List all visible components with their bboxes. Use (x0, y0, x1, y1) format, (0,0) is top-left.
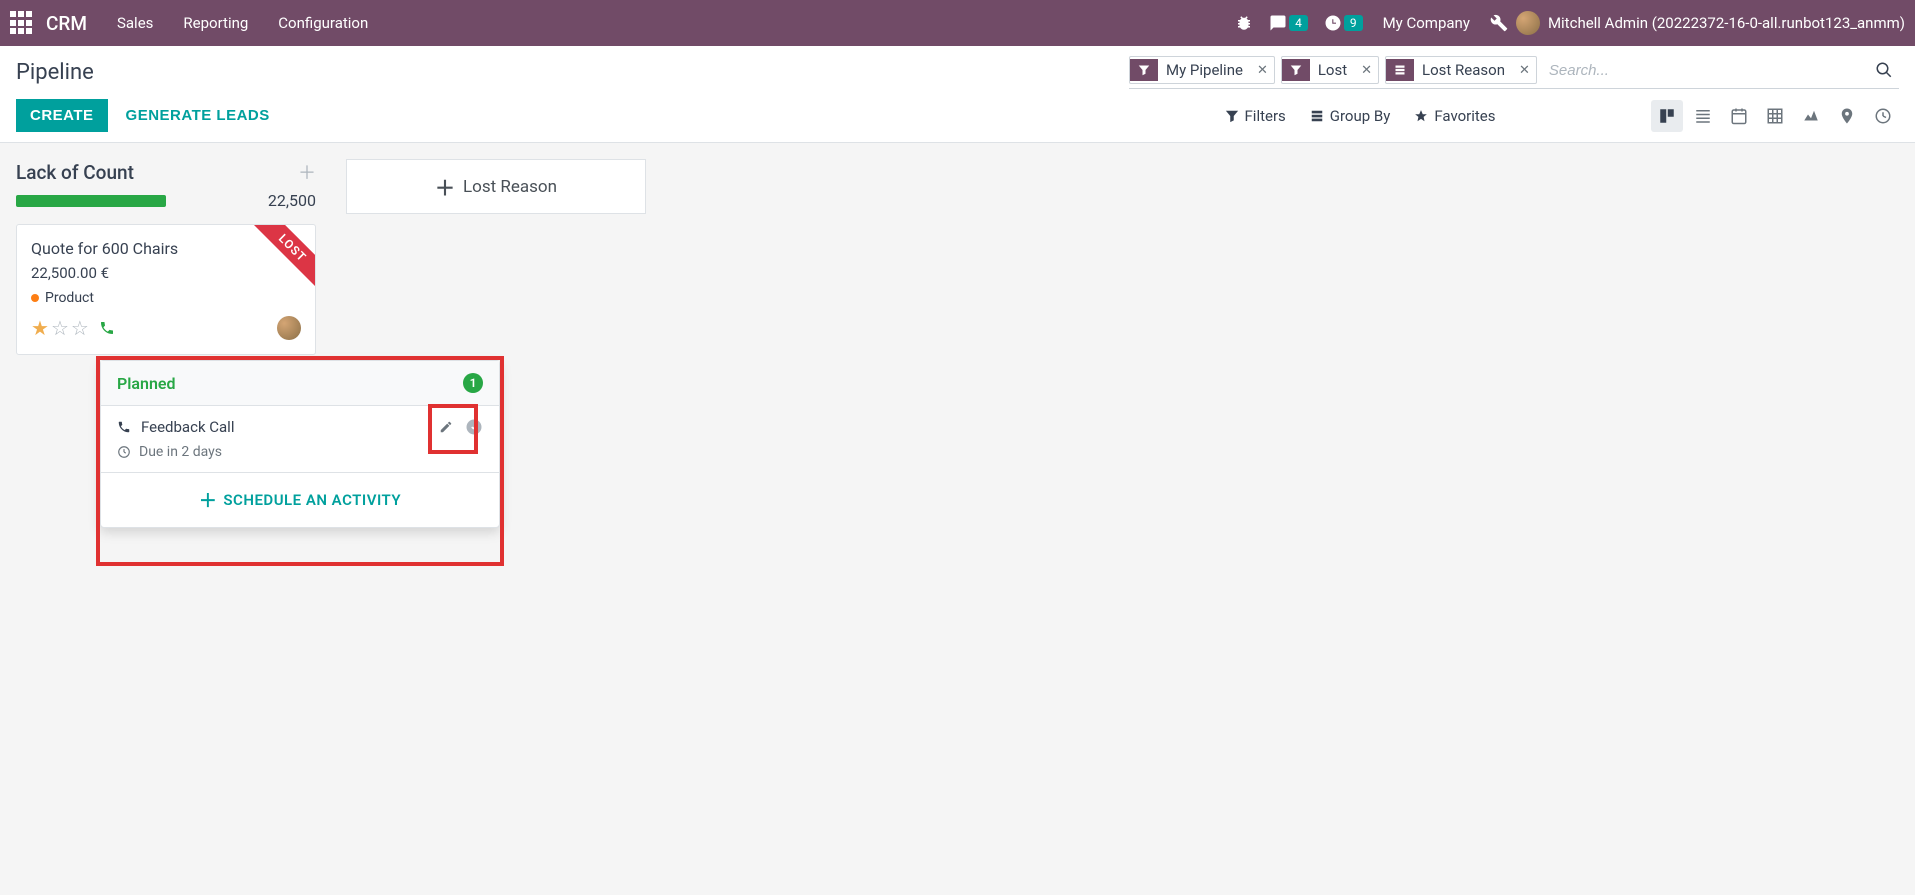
generate-leads-button[interactable]: GENERATE LEADS (112, 99, 284, 132)
bug-icon[interactable] (1235, 14, 1253, 32)
tools-icon[interactable] (1490, 14, 1508, 32)
kanban-column: Lack of Count ＋ 22,500 LOST Quote for 60… (16, 159, 316, 355)
user-menu[interactable]: Mitchell Admin (20222372-16-0-all.runbot… (1516, 11, 1905, 35)
nav-sales[interactable]: Sales (117, 14, 153, 32)
calendar-view-icon[interactable] (1723, 100, 1755, 132)
activities-badge: 9 (1344, 15, 1363, 31)
plus-icon: ＋ (199, 487, 218, 513)
activity-status: Planned (117, 374, 176, 393)
kanban-card[interactable]: LOST Quote for 600 Chairs 22,500.00 € Pr… (16, 224, 316, 355)
add-column-button[interactable]: ＋ Lost Reason (346, 159, 646, 214)
facet-remove-icon[interactable]: ✕ (1355, 63, 1378, 78)
card-title: Quote for 600 Chairs (31, 239, 301, 258)
star-icon[interactable]: ☆ (71, 316, 89, 340)
user-name: Mitchell Admin (20222372-16-0-all.runbot… (1548, 14, 1905, 32)
create-button[interactable]: CREATE (16, 99, 108, 132)
nav-reporting[interactable]: Reporting (183, 14, 248, 32)
apps-icon[interactable] (10, 11, 34, 35)
graph-view-icon[interactable] (1795, 100, 1827, 132)
search-box: My Pipeline ✕ Lost ✕ Lost Reason ✕ (1129, 56, 1899, 89)
kanban-view-icon[interactable] (1651, 100, 1683, 132)
activity-due-label: Due in 2 days (139, 444, 222, 460)
filter-icon (1130, 59, 1158, 81)
facet-lost-reason[interactable]: Lost Reason ✕ (1385, 56, 1537, 84)
column-progress-bar[interactable] (16, 195, 166, 207)
map-view-icon[interactable] (1831, 100, 1863, 132)
tag-color-dot (31, 294, 39, 302)
priority-stars[interactable]: ★ ☆ ☆ (31, 316, 115, 340)
filter-icon (1282, 59, 1310, 81)
popover-header: Planned 1 (101, 361, 499, 406)
groupby-icon (1386, 59, 1414, 81)
list-view-icon[interactable] (1687, 100, 1719, 132)
messages-icon[interactable]: 4 (1269, 14, 1308, 32)
card-tag: Product (31, 290, 301, 306)
search-input[interactable] (1543, 58, 1869, 83)
salesperson-avatar[interactable] (277, 316, 301, 340)
facet-lost[interactable]: Lost ✕ (1281, 56, 1379, 84)
search-icon[interactable] (1869, 61, 1899, 79)
app-title[interactable]: CRM (46, 12, 87, 35)
clock-icon (117, 445, 131, 459)
facet-remove-icon[interactable]: ✕ (1513, 63, 1536, 78)
activities-icon[interactable]: 9 (1324, 14, 1363, 32)
activity-view-icon[interactable] (1867, 100, 1899, 132)
company-name[interactable]: My Company (1383, 14, 1470, 32)
kanban-board: Lack of Count ＋ 22,500 LOST Quote for 60… (0, 143, 1915, 371)
phone-icon (117, 420, 131, 434)
filters-dropdown[interactable]: Filters (1225, 107, 1286, 125)
groupby-dropdown[interactable]: Group By (1310, 107, 1391, 125)
top-nav-bar: CRM Sales Reporting Configuration 4 9 My… (0, 0, 1915, 46)
facet-my-pipeline[interactable]: My Pipeline ✕ (1129, 56, 1275, 84)
activity-name-label: Feedback Call (141, 418, 234, 436)
user-avatar (1516, 11, 1540, 35)
activity-popover: Planned 1 Feedback Call Due in 2 days ＋ … (100, 360, 500, 528)
plus-icon: ＋ (435, 172, 455, 201)
facet-remove-icon[interactable]: ✕ (1251, 63, 1274, 78)
control-panel: Pipeline My Pipeline ✕ Lost ✕ Lost Reaso… (0, 46, 1915, 143)
quick-create-icon[interactable]: ＋ (298, 159, 316, 185)
messages-badge: 4 (1289, 15, 1308, 31)
mark-done-icon[interactable] (465, 418, 483, 436)
star-icon[interactable]: ☆ (51, 316, 69, 340)
activity-count-badge: 1 (463, 373, 483, 393)
schedule-activity-button[interactable]: ＋ SCHEDULE AN ACTIVITY (101, 473, 499, 527)
column-title[interactable]: Lack of Count (16, 161, 134, 184)
lost-ribbon: LOST (245, 224, 316, 296)
star-icon[interactable]: ★ (31, 316, 49, 340)
favorites-dropdown[interactable]: Favorites (1414, 107, 1495, 125)
nav-configuration[interactable]: Configuration (278, 14, 368, 32)
column-total: 22,500 (268, 191, 316, 210)
phone-icon[interactable] (99, 320, 115, 336)
pivot-view-icon[interactable] (1759, 100, 1791, 132)
edit-icon[interactable] (439, 420, 453, 434)
card-amount: 22,500.00 € (31, 264, 301, 282)
page-title: Pipeline (16, 56, 94, 85)
activity-item: Feedback Call Due in 2 days (101, 406, 499, 473)
